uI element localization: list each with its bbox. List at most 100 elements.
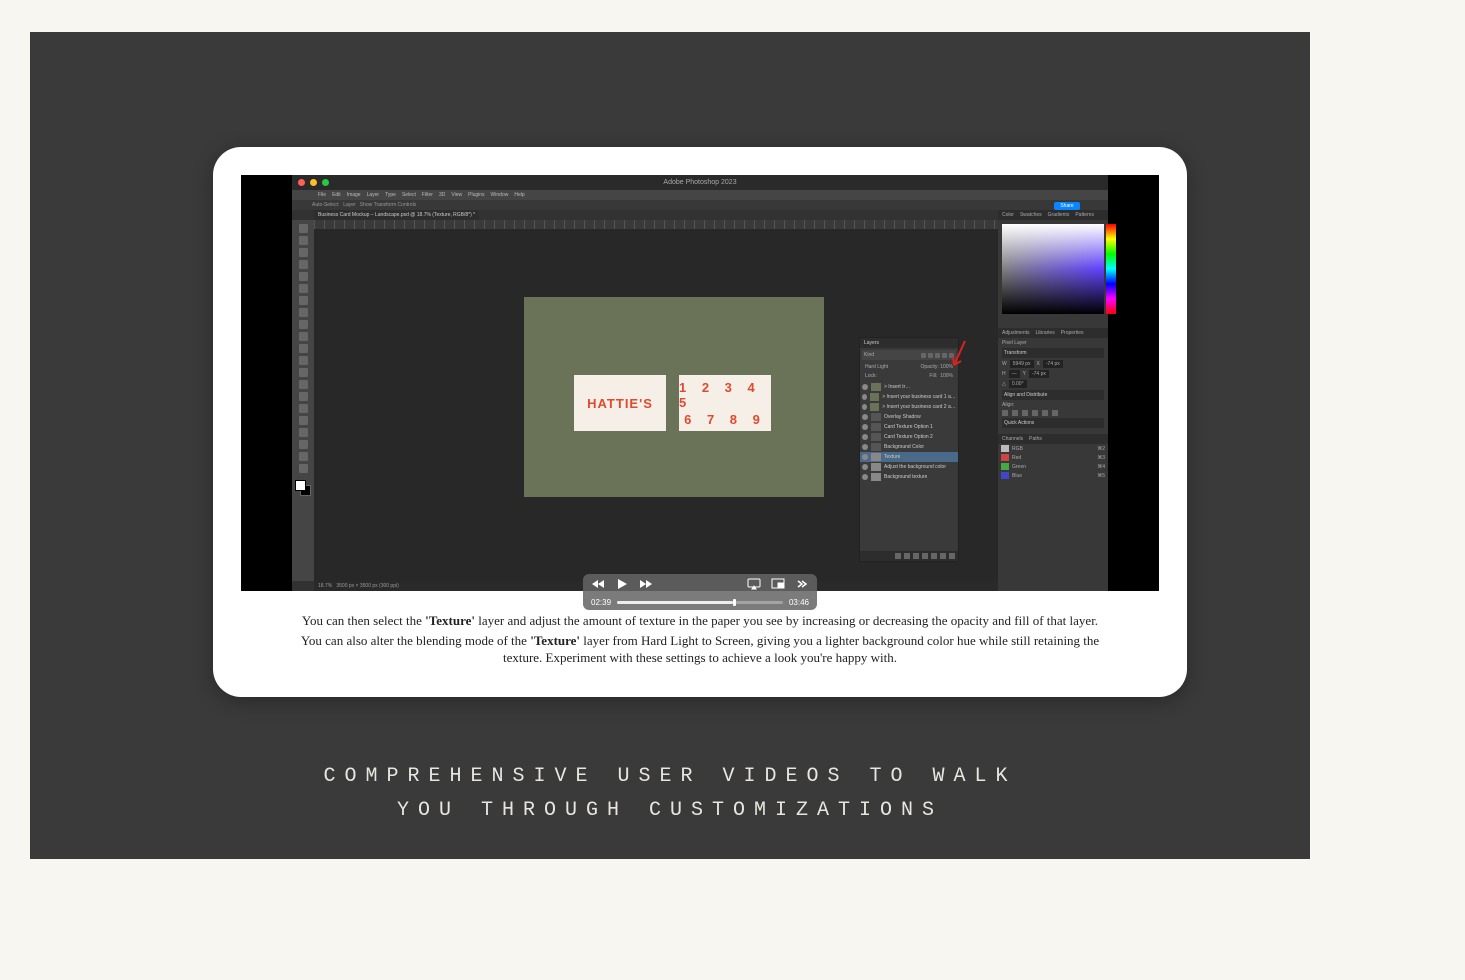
layer-name[interactable]: Adjust the background color [884,464,946,470]
tab-gradients[interactable]: Gradients [1048,212,1070,218]
layer-name[interactable]: Card Texture Option 1 [884,424,933,430]
color-panel-tabs[interactable]: Color Swatches Gradients Patterns [998,210,1108,220]
layer-row[interactable]: Overlay Shadow [860,412,958,422]
layer-name[interactable]: > Insert your business card 1 art here [882,394,956,400]
opt-transform[interactable]: Show Transform Controls [360,202,416,208]
opt-autoselect[interactable]: Auto-Select: [312,202,339,208]
filter-icon[interactable] [935,353,940,358]
video-media-controls[interactable]: 02:39 03:46 [583,574,817,610]
align-buttons[interactable] [1002,410,1104,416]
color-picker[interactable] [1002,224,1104,314]
align-bottom-icon[interactable] [1052,410,1058,416]
type-tool-icon[interactable] [299,416,308,425]
shape-tool-icon[interactable] [299,440,308,449]
angle-field[interactable]: 0.00° [1009,380,1027,388]
more-icon[interactable] [795,577,809,591]
pip-icon[interactable] [771,577,785,591]
group-icon[interactable] [931,553,937,559]
visibility-icon[interactable] [862,394,867,400]
hand-tool-icon[interactable] [299,452,308,461]
layer-name[interactable]: > Insert your business card 2 art here [882,404,956,410]
layer-name[interactable]: Texture [884,454,900,460]
layers-footer[interactable] [860,551,958,561]
align-top-icon[interactable] [1032,410,1038,416]
filter-icon[interactable] [942,353,947,358]
menu-item[interactable]: 3D [439,192,445,198]
seek-slider[interactable] [617,601,783,604]
layer-name[interactable]: Card Texture Option 2 [884,434,933,440]
channel-row[interactable]: Blue⌘5 [998,471,1108,480]
wand-tool-icon[interactable] [299,260,308,269]
minimize-icon[interactable] [310,179,317,186]
rewind-icon[interactable] [591,577,605,591]
visibility-icon[interactable] [862,414,868,420]
layer-row[interactable]: Background texture [860,472,958,482]
channel-row[interactable]: Green⌘4 [998,462,1108,471]
align-hcenter-icon[interactable] [1012,410,1018,416]
trash-icon[interactable] [949,553,955,559]
layers-filter-row[interactable]: Kind [862,350,956,360]
ps-options-bar[interactable]: Auto-Select: Layer Show Transform Contro… [292,200,1108,210]
fx-icon[interactable] [904,553,910,559]
blur-tool-icon[interactable] [299,380,308,389]
menu-item[interactable]: Window [491,192,509,198]
x-field[interactable]: -74 px [1043,360,1063,368]
move-tool-icon[interactable] [299,224,308,233]
menu-item[interactable]: Edit [332,192,341,198]
tab-patterns[interactable]: Patterns [1075,212,1094,218]
filter-icon[interactable] [928,353,933,358]
lasso-tool-icon[interactable] [299,248,308,257]
y-field[interactable]: -74 px [1029,370,1049,378]
menu-item[interactable]: File [318,192,326,198]
menu-item[interactable]: Help [514,192,524,198]
menu-item[interactable]: Plugins [468,192,484,198]
align-vcenter-icon[interactable] [1042,410,1048,416]
blend-mode-select[interactable]: Hard Light [865,364,888,370]
filter-kind-label[interactable]: Kind [864,352,874,358]
heal-tool-icon[interactable] [299,308,308,317]
marquee-tool-icon[interactable] [299,236,308,245]
menu-item[interactable]: Image [347,192,361,198]
visibility-icon[interactable] [862,444,868,450]
opt-layer[interactable]: Layer [343,202,356,208]
history-brush-tool-icon[interactable] [299,344,308,353]
gradient-tool-icon[interactable] [299,368,308,377]
new-layer-icon[interactable] [940,553,946,559]
mask-icon[interactable] [913,553,919,559]
crop-tool-icon[interactable] [299,272,308,281]
link-layers-icon[interactable] [895,553,901,559]
align-left-icon[interactable] [1002,410,1008,416]
align-right-icon[interactable] [1022,410,1028,416]
layers-tab[interactable]: Layers [860,338,958,348]
tab-channels[interactable]: Channels [1002,436,1023,442]
visibility-icon[interactable] [862,404,867,410]
blend-mode-row[interactable]: Hard Light Opacity: 100% [862,362,956,372]
layer-row[interactable]: > Insert tr… [860,382,958,392]
stamp-tool-icon[interactable] [299,332,308,341]
layer-row[interactable]: Background Color [860,442,958,452]
menu-item[interactable]: Type [385,192,396,198]
tab-libraries[interactable]: Libraries [1036,330,1055,336]
pen-tool-icon[interactable] [299,404,308,413]
quick-actions-title[interactable]: Quick Actions [1002,418,1104,428]
layer-name[interactable]: Overlay Shadow [884,414,921,420]
brush-tool-icon[interactable] [299,320,308,329]
filter-icon[interactable] [921,353,926,358]
tab-properties[interactable]: Properties [1061,330,1084,336]
visibility-icon[interactable] [862,474,868,480]
layer-row[interactable]: Adjust the background color [860,462,958,472]
path-tool-icon[interactable] [299,428,308,437]
ps-toolbar[interactable] [292,220,314,581]
transform-section-title[interactable]: Transform [1002,348,1104,358]
lock-row[interactable]: Lock: Fill: 100% [862,372,956,380]
right-panels[interactable]: Color Swatches Gradients Patterns Adjust… [998,210,1108,591]
align-section-title[interactable]: Align and Distribute [1002,390,1104,400]
tab-paths[interactable]: Paths [1029,436,1042,442]
fg-color-icon[interactable] [295,480,306,491]
channel-row[interactable]: RGB⌘2 [998,444,1108,453]
hue-slider[interactable] [1106,224,1116,314]
status-zoom[interactable]: 18.7% [318,583,332,589]
ps-menubar[interactable]: File Edit Image Layer Type Select Filter… [292,190,1108,200]
visibility-icon[interactable] [862,434,868,440]
share-button[interactable]: Share [1054,202,1080,210]
